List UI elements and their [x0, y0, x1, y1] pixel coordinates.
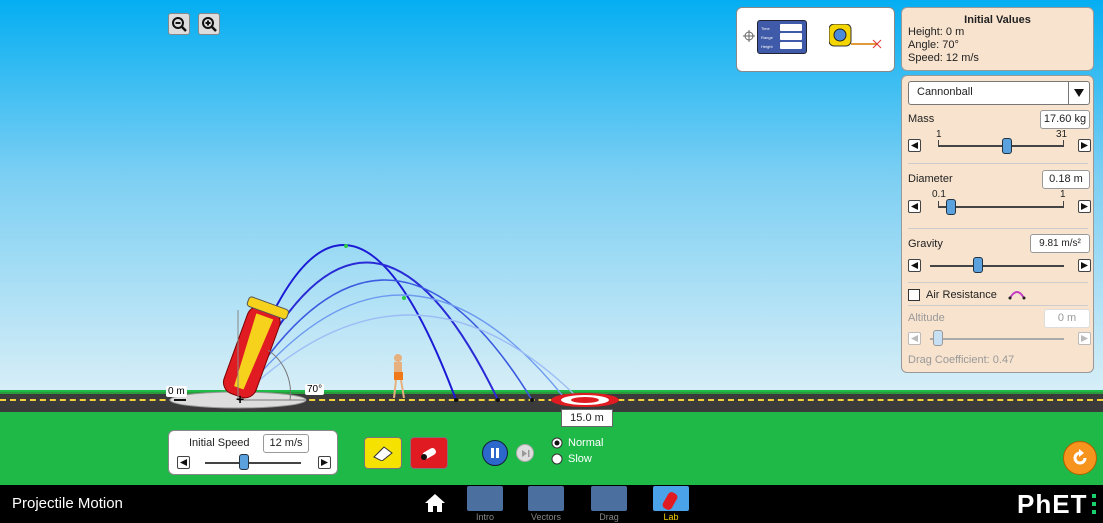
eraser-icon: [373, 446, 393, 461]
radio-unselected-icon: [551, 453, 563, 465]
options-menu-dot: [1092, 502, 1096, 506]
gravity-slider-thumb[interactable]: [973, 257, 983, 273]
speed-decrement-button[interactable]: [177, 456, 190, 469]
altitude-decrement-button[interactable]: [908, 332, 921, 345]
altitude-label: Altitude: [908, 312, 945, 324]
speed-increment-button[interactable]: [318, 456, 331, 469]
mass-value: 17.60 kg: [1040, 110, 1090, 129]
tab-vectors[interactable]: [528, 486, 564, 511]
options-menu-dot: [1092, 510, 1096, 514]
step-forward-icon: [521, 449, 529, 457]
mass-min-label: 1: [936, 129, 942, 140]
tab-drag-label: Drag: [599, 512, 619, 522]
diameter-label: Diameter: [908, 173, 953, 185]
initial-speed-slider-thumb[interactable]: [239, 454, 249, 470]
mass-decrement-button[interactable]: [908, 139, 921, 152]
home-icon: [425, 494, 445, 512]
angle-label: 70°: [305, 384, 325, 395]
gravity-value: 9.81 m/s²: [1030, 234, 1090, 253]
sim-title: Projectile Motion: [12, 495, 123, 512]
tab-drag[interactable]: [591, 486, 627, 511]
parameters-panel: Cannonball Mass 17.60 kg 1 31 Diameter 0…: [901, 75, 1094, 373]
speed-normal-radio[interactable]: Normal: [551, 437, 603, 449]
air-resistance-trajectory-icon: [1008, 291, 1026, 300]
navigation-bar: Projectile Motion Intro Vectors Drag Lab…: [0, 485, 1103, 523]
home-button[interactable]: [424, 493, 446, 516]
speed-normal-label: Normal: [568, 437, 604, 449]
lab-cannon-icon: [662, 492, 678, 510]
gravity-increment-button[interactable]: [1078, 259, 1091, 272]
pause-icon: [491, 448, 499, 458]
air-resistance-checkbox[interactable]: [908, 289, 920, 301]
reset-icon: [1073, 449, 1087, 465]
mass-increment-button[interactable]: [1078, 139, 1091, 152]
target: [551, 393, 619, 407]
diameter-value: 0.18 m: [1042, 170, 1090, 189]
tab-vectors-label: Vectors: [530, 512, 561, 522]
initial-height-text: Height: 0 m: [908, 26, 965, 38]
radio-selected-icon: [551, 437, 563, 449]
drag-coefficient-text: Drag Coefficient: 0.47: [908, 354, 1015, 366]
diameter-max-label: 1: [1060, 189, 1066, 200]
altitude-slider-thumb[interactable]: [933, 330, 943, 346]
height-label: 0 m: [166, 386, 187, 397]
mass-max-label: 31: [1056, 129, 1068, 140]
air-resistance-label: Air Resistance: [926, 289, 997, 301]
diameter-slider-track[interactable]: [938, 206, 1064, 208]
phet-logo[interactable]: PhET: [1017, 489, 1087, 520]
projectile-select-value: Cannonball: [917, 86, 973, 98]
mass-label: Mass: [908, 113, 935, 125]
gravity-decrement-button[interactable]: [908, 259, 921, 272]
svg-text:+: +: [236, 391, 244, 407]
mass-slider-thumb[interactable]: [1002, 138, 1012, 154]
gravity-label: Gravity: [908, 238, 943, 250]
speed-slow-label: Slow: [568, 453, 592, 465]
scene-canvas: +: [169, 244, 619, 409]
chevron-down-icon: [1068, 82, 1089, 104]
eraser-button[interactable]: [364, 437, 402, 469]
altitude-slider-track[interactable]: [930, 338, 1064, 340]
initial-speed-value: 12 m/s: [263, 434, 309, 453]
initial-angle-text: Angle: 70°: [908, 39, 959, 51]
target-distance-label[interactable]: 15.0 m: [561, 409, 613, 427]
initial-speed-text: Speed: 12 m/s: [908, 52, 979, 64]
initial-speed-slider-track[interactable]: [205, 462, 301, 464]
initial-speed-panel: Initial Speed 12 m/s: [168, 430, 338, 475]
initial-speed-label: Initial Speed: [189, 437, 250, 449]
gravity-slider-track[interactable]: [930, 265, 1064, 267]
tab-lab[interactable]: [653, 486, 689, 511]
tab-intro[interactable]: [467, 486, 503, 511]
person-figure: [393, 354, 405, 399]
initial-values-panel: Initial Values Height: 0 m Angle: 70° Sp…: [901, 7, 1094, 71]
tab-intro-label: Intro: [475, 512, 494, 522]
projectile-select[interactable]: Cannonball: [908, 81, 1090, 105]
cannon-fire-icon: [421, 448, 436, 460]
diameter-decrement-button[interactable]: [908, 200, 921, 213]
tab-lab-label: Lab: [663, 512, 679, 522]
diameter-increment-button[interactable]: [1078, 200, 1091, 213]
fire-button[interactable]: [410, 437, 448, 469]
speed-slow-radio[interactable]: Slow: [551, 453, 592, 465]
reset-all-button[interactable]: [1063, 441, 1097, 475]
mass-slider-track[interactable]: [938, 145, 1064, 147]
cannon: [222, 296, 289, 399]
options-menu-dot: [1092, 494, 1096, 498]
diameter-slider-thumb[interactable]: [946, 199, 956, 215]
initial-values-title: Initial Values: [964, 14, 1031, 26]
diameter-min-label: 0.1: [932, 189, 946, 200]
altitude-value: 0 m: [1044, 309, 1090, 328]
pause-button[interactable]: [482, 440, 508, 466]
altitude-increment-button[interactable]: [1078, 332, 1091, 345]
step-forward-button[interactable]: [516, 444, 534, 462]
